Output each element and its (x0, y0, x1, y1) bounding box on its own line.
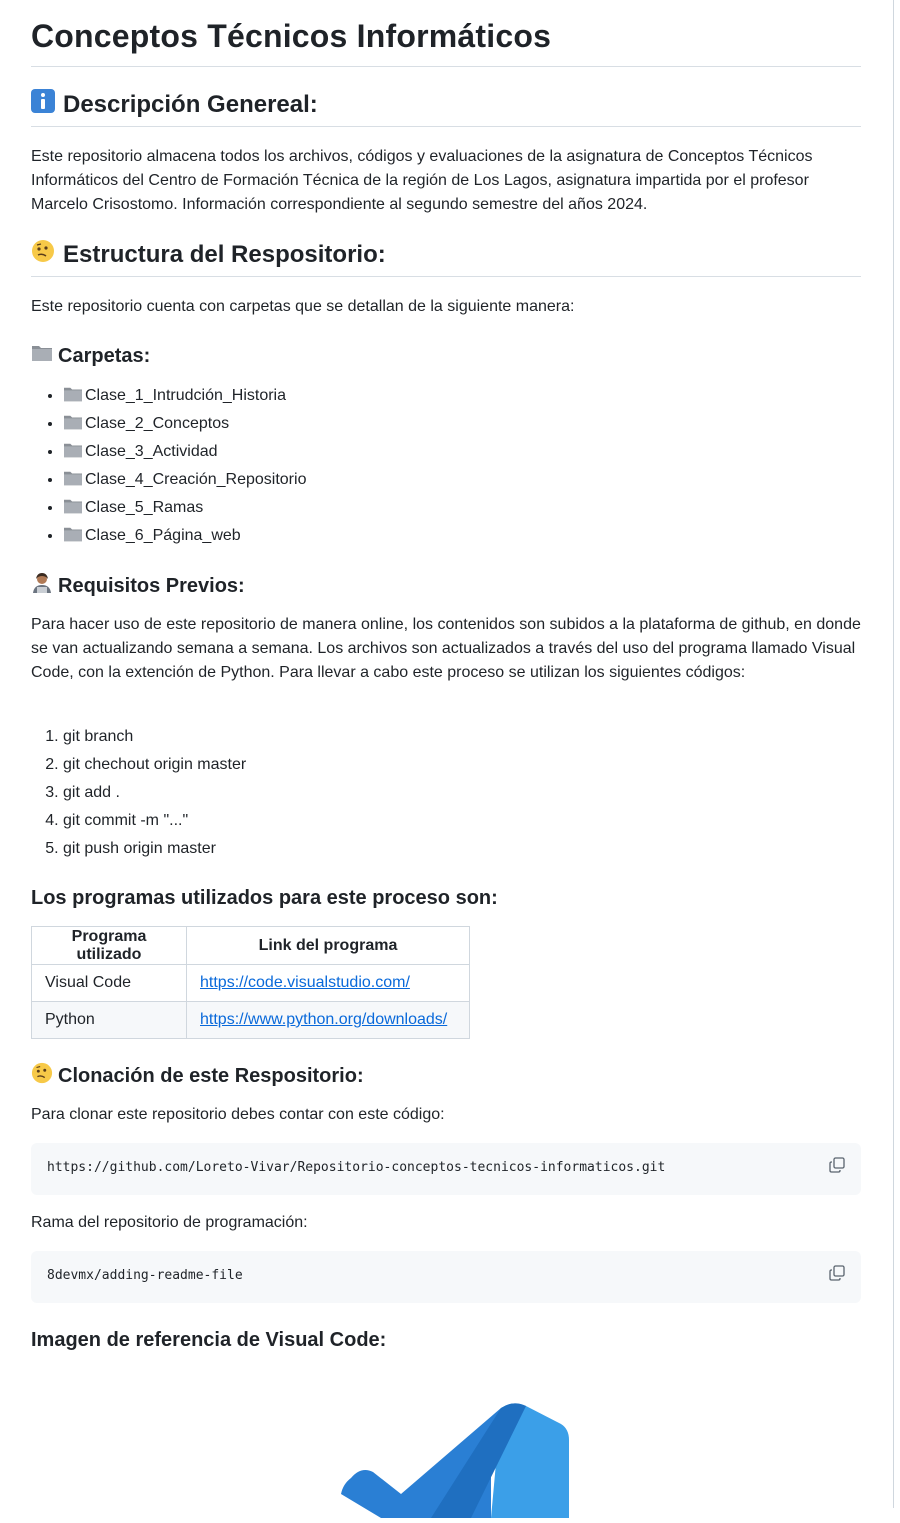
clone-heading: Clonación de este Respositorio: (31, 1061, 861, 1091)
clone-code: https://github.com/Loreto-Vivar/Reposito… (47, 1160, 666, 1175)
requirements-text: Para hacer uso de este repositorio de ma… (31, 616, 861, 681)
right-frame-border (893, 0, 894, 1508)
folder-list-item: Clase_3_Actividad (63, 438, 306, 466)
folder-icon (64, 499, 82, 514)
description-text: Este repositorio almacena todos los arch… (31, 148, 813, 213)
folder-list-item: Clase_1_Intrudción_Historia (63, 382, 306, 410)
folder-icon (64, 471, 82, 486)
information-icon (31, 89, 55, 123)
program-name: Visual Code (31, 964, 187, 1002)
programs-heading: Los programas utilizados para este proce… (31, 887, 498, 909)
technologist-icon (31, 572, 53, 602)
folder-list-item: Clase_2_Conceptos (63, 410, 306, 438)
visual-studio-code-logo (321, 1398, 571, 1518)
clone-heading-text: Clonación de este Respositorio: (58, 1065, 364, 1087)
program-link-cell: https://www.python.org/downloads/ (186, 1001, 470, 1039)
folder-list: Clase_1_Intrudción_Historia Clase_2_Conc… (31, 382, 306, 550)
folder-list-item: Clase_4_Creación_Repositorio (63, 466, 306, 494)
program-link[interactable]: https://www.python.org/downloads/ (200, 1011, 447, 1028)
copy-icon[interactable] (829, 1157, 845, 1173)
git-command-item: git commit -m "..." (63, 807, 246, 835)
folder-icon (64, 387, 82, 402)
copy-icon[interactable] (829, 1265, 845, 1281)
table-row: Visual Code https://code.visualstudio.co… (31, 964, 470, 1002)
program-name: Python (31, 1001, 187, 1039)
description-heading-text: Descripción Genereal: (63, 91, 318, 118)
branch-code-block: 8devmx/adding-readme-file (31, 1251, 861, 1303)
folder-list-item: Clase_6_Página_web (63, 522, 306, 550)
clone-text: Para clonar este repositorio debes conta… (31, 1106, 445, 1123)
git-commands-list: git branch git chechout origin master gi… (31, 723, 246, 863)
folder-icon (64, 527, 82, 542)
requirements-heading-text: Requisitos Previos: (58, 575, 245, 597)
folders-heading: Carpetas: (31, 342, 861, 370)
table-header-row: Programa utilizado Link del programa (31, 926, 470, 965)
page-title: Conceptos Técnicos Informáticos (31, 14, 861, 67)
structure-text: Este repositorio cuenta con carpetas que… (31, 298, 575, 315)
git-command-item: git add . (63, 779, 246, 807)
thinking-face-icon (31, 239, 55, 273)
program-link[interactable]: https://code.visualstudio.com/ (200, 974, 410, 991)
git-command-item: git push origin master (63, 835, 246, 863)
table-header-program: Programa utilizado (31, 926, 187, 965)
programs-table: Programa utilizado Link del programa Vis… (31, 926, 470, 1039)
branch-text: Rama del repositorio de programación: (31, 1214, 308, 1231)
table-header-link: Link del programa (186, 926, 470, 965)
git-command-item: git branch (63, 723, 246, 751)
reference-heading: Imagen de referencia de Visual Code: (31, 1329, 387, 1351)
thinking-face-icon (31, 1062, 53, 1092)
program-link-cell: https://code.visualstudio.com/ (186, 964, 470, 1002)
git-command-item: git chechout origin master (63, 751, 246, 779)
description-heading: Descripción Genereal: (31, 88, 861, 127)
folder-icon (64, 415, 82, 430)
structure-heading: Estructura del Respositorio: (31, 238, 861, 277)
requirements-heading: Requisitos Previos: (31, 571, 861, 601)
folders-heading-text: Carpetas: (58, 345, 151, 367)
folder-list-item: Clase_5_Ramas (63, 494, 306, 522)
clone-code-block: https://github.com/Loreto-Vivar/Reposito… (31, 1143, 861, 1195)
branch-code: 8devmx/adding-readme-file (47, 1268, 243, 1283)
folder-icon (64, 443, 82, 458)
structure-heading-text: Estructura del Respositorio: (63, 241, 386, 268)
folder-icon (31, 343, 53, 371)
table-row: Python https://www.python.org/downloads/ (31, 1001, 470, 1039)
